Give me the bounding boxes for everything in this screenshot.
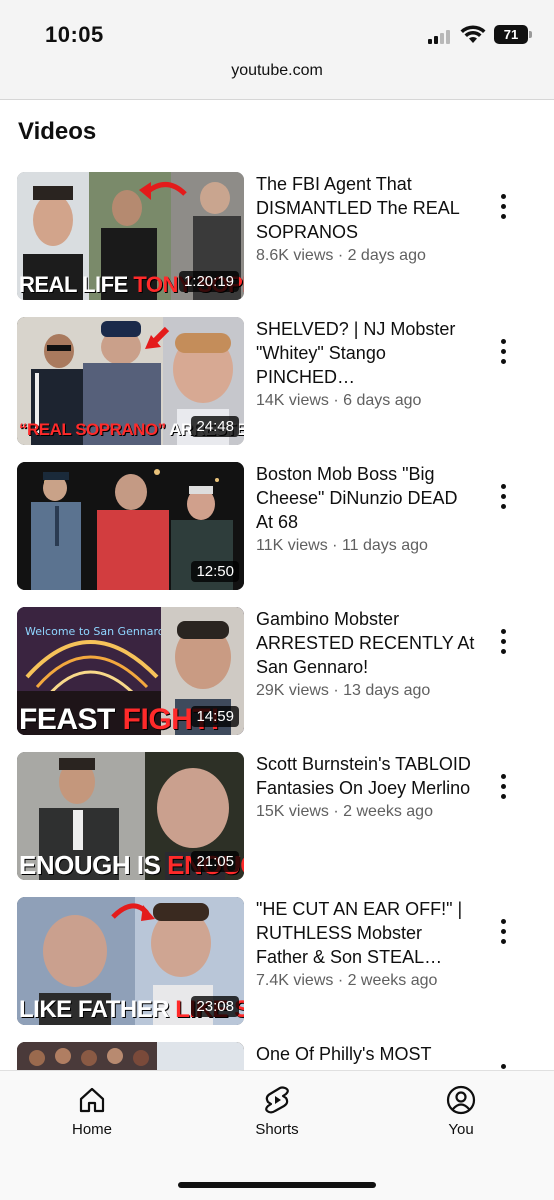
video-duration: 1:20:19 [178,271,239,292]
video-title[interactable]: Gambino Mobster ARRESTED RECENTLY At San… [256,607,478,679]
video-duration: 12:50 [191,561,239,582]
video-thumbnail[interactable]: LIKE FATHER LIKE SON 23:08 [17,897,244,1025]
nav-home[interactable]: Home [42,1085,142,1138]
video-thumbnail[interactable]: Welcome to San Gennaro FEAST FIGHT! 14:5… [17,607,244,735]
video-meta: 7.4K views · 2 weeks ago [256,972,438,989]
section-title: Videos [18,118,97,145]
video-title[interactable]: Boston Mob Boss "Big Cheese" DiNunzio DE… [256,462,478,534]
video-title[interactable]: SHELVED? | NJ Mobster "Whitey" Stango PI… [256,317,478,389]
video-meta: 15K views · 2 weeks ago [256,803,433,820]
video-item[interactable]: LIKE FATHER LIKE SON 23:08 "HE CUT AN EA… [17,897,537,1027]
video-thumbnail[interactable]: REAL LIFE TONY SOPRANO? 1:20:19 [17,172,244,300]
clock: 10:05 [45,22,104,47]
video-item[interactable]: 12:50 Boston Mob Boss "Big Cheese" DiNun… [17,462,537,592]
more-options-icon[interactable] [493,629,513,657]
video-item[interactable]: “REAL SOPRANO” ARRESTED AGAIN 24:48 SHEL… [17,317,537,447]
nav-you[interactable]: You [411,1085,511,1138]
video-item[interactable]: Welcome to San Gennaro FEAST FIGHT! 14:5… [17,607,537,737]
shorts-icon [265,1086,289,1114]
more-options-icon[interactable] [493,919,513,947]
more-options-icon[interactable] [493,484,513,512]
video-duration: 24:48 [191,416,239,437]
video-title[interactable]: One Of Philly's MOST [256,1042,478,1066]
battery-tip [529,31,532,38]
video-title[interactable]: "HE CUT AN EAR OFF!" | RUTHLESS Mobster … [256,897,478,969]
video-duration: 23:08 [191,996,239,1017]
nav-home-label: Home [71,1121,112,1138]
video-thumbnail[interactable]: ENOUGH IS ENOUGH 21:05 [17,752,244,880]
video-item[interactable]: REAL LIFE TONY SOPRANO? 1:20:19 The FBI … [17,172,537,302]
thumbnail-sign-text: Welcome to San Gennaro [25,625,165,638]
battery-icon: 71 [494,25,528,44]
video-meta: 8.6K views · 2 days ago [256,247,426,264]
nav-you-label: You [448,1121,474,1138]
video-title[interactable]: Scott Burnstein's TABLOID Fantasies On J… [256,752,478,800]
more-options-icon[interactable] [493,339,513,367]
video-duration: 14:59 [191,706,239,727]
video-meta: 14K views · 6 days ago [256,392,422,409]
bottom-navigation: Home Shorts You [0,1070,554,1200]
nav-shorts-label: Shorts [255,1121,299,1138]
more-options-icon[interactable] [493,194,513,222]
account-icon [446,1085,476,1115]
cellular-signal-icon [428,28,454,44]
wifi-icon [460,25,486,43]
home-icon [79,1087,105,1113]
video-meta: 11K views · 11 days ago [256,537,428,554]
video-thumbnail[interactable]: “REAL SOPRANO” ARRESTED AGAIN 24:48 [17,317,244,445]
address-bar-url[interactable]: youtube.com [0,62,554,80]
video-duration: 21:05 [191,851,239,872]
video-item[interactable]: ENOUGH IS ENOUGH 21:05 Scott Burnstein's… [17,752,537,882]
video-meta: 29K views · 13 days ago [256,682,431,699]
more-options-icon[interactable] [493,774,513,802]
status-bar: 10:05 71 youtube.com [0,0,554,100]
nav-shorts[interactable]: Shorts [227,1085,327,1138]
video-title[interactable]: The FBI Agent That DISMANTLED The REAL S… [256,172,478,244]
video-thumbnail[interactable]: 12:50 [17,462,244,590]
home-indicator [178,1182,376,1188]
